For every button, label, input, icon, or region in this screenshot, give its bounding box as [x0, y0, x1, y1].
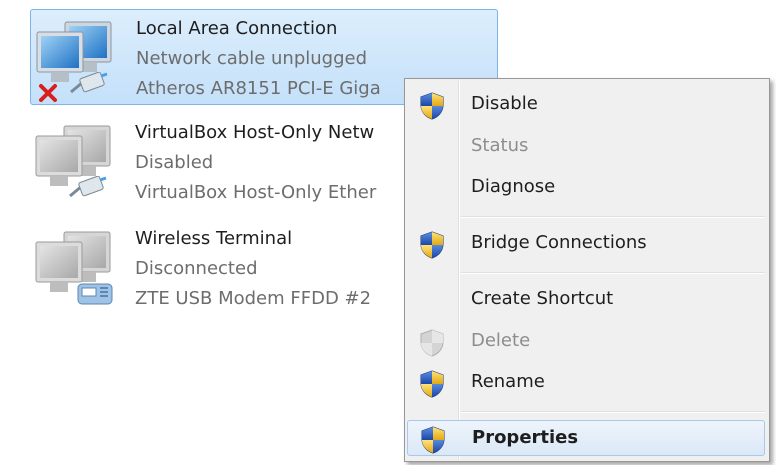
connection-name: Local Area Connection — [136, 18, 338, 39]
network-computer-cable-disabled-icon — [34, 120, 122, 206]
network-computer-cable-unplugged-icon — [35, 16, 123, 102]
connection-device: Atheros AR8151 PCI-E Giga — [136, 78, 381, 99]
connection-status: Network cable unplugged — [136, 48, 368, 69]
connection-device: ZTE USB Modem FFDD #2 — [135, 288, 372, 309]
uac-shield-icon — [419, 92, 445, 120]
menu-item-diagnose[interactable]: Diagnose — [407, 170, 765, 206]
menu-item-rename[interactable]: Rename — [407, 365, 765, 401]
menu-separator — [461, 216, 765, 218]
uac-shield-disabled-icon — [419, 329, 445, 357]
menu-item-disable[interactable]: Disable — [407, 87, 765, 123]
context-menu: Disable Status Diagnose Bridge Connectio… — [404, 78, 770, 462]
uac-shield-icon — [419, 231, 445, 259]
connection-name: Wireless Terminal — [135, 228, 293, 249]
menu-separator — [461, 272, 765, 274]
menu-item-delete[interactable]: Delete — [407, 324, 765, 360]
connection-status: Disconnected — [135, 258, 258, 279]
connection-status: Disabled — [135, 152, 214, 173]
menu-item-properties[interactable]: Properties — [407, 420, 765, 456]
menu-item-status[interactable]: Status — [407, 129, 765, 165]
connection-name: VirtualBox Host-Only Netw — [135, 122, 375, 143]
network-computer-modem-icon — [34, 226, 122, 312]
menu-separator — [461, 411, 765, 413]
menu-item-create-shortcut[interactable]: Create Shortcut — [407, 282, 765, 318]
menu-item-bridge-connections[interactable]: Bridge Connections — [407, 226, 765, 262]
connection-device: VirtualBox Host-Only Ether — [135, 182, 377, 203]
uac-shield-icon — [419, 370, 445, 398]
uac-shield-icon — [420, 426, 446, 454]
